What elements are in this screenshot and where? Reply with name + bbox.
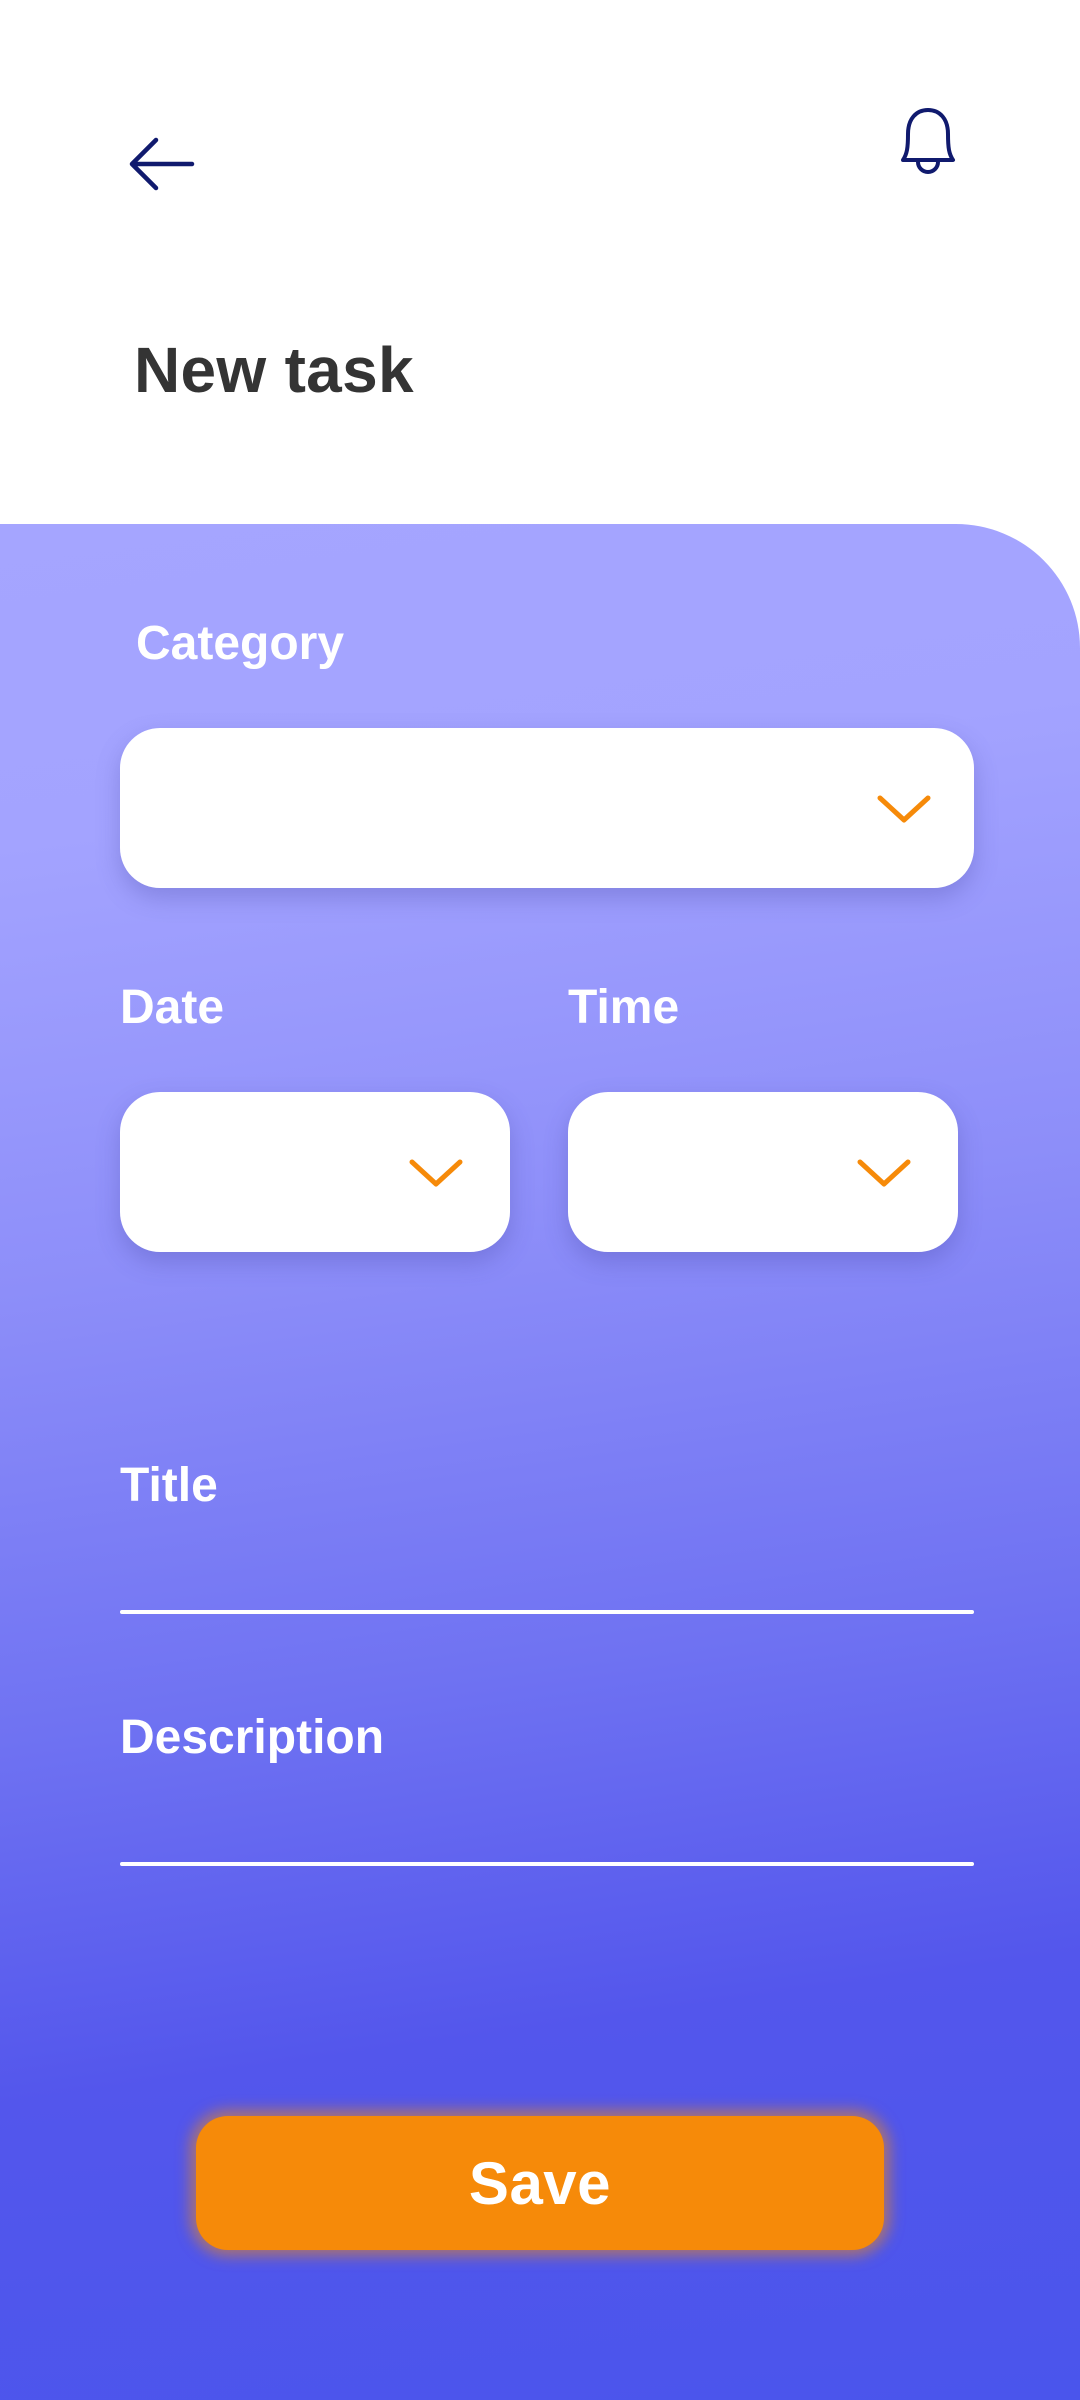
chevron-down-icon <box>877 795 931 823</box>
title-underline <box>120 1610 974 1614</box>
chevron-down-icon <box>857 1159 911 1187</box>
bell-icon <box>901 108 955 174</box>
description-underline <box>120 1862 974 1866</box>
description-label: Description <box>120 1711 385 1764</box>
description-input[interactable] <box>120 1796 974 1866</box>
time-select[interactable] <box>568 1092 958 1252</box>
date-select[interactable] <box>120 1092 510 1252</box>
arrow-left-icon <box>129 137 195 191</box>
chevron-down-icon <box>409 1159 463 1187</box>
notifications-button[interactable] <box>888 102 968 186</box>
back-button[interactable] <box>122 128 202 200</box>
category-select[interactable] <box>120 728 974 888</box>
date-label: Date <box>120 981 225 1034</box>
time-label: Time <box>568 981 680 1034</box>
title-label: Title <box>120 1459 218 1512</box>
new-task-screen: New task Category Date Time Title Descri… <box>0 0 1080 2400</box>
title-input[interactable] <box>120 1544 974 1614</box>
category-label: Category <box>136 617 345 670</box>
save-button[interactable]: Save <box>196 2116 884 2250</box>
page-title: New task <box>134 334 414 406</box>
